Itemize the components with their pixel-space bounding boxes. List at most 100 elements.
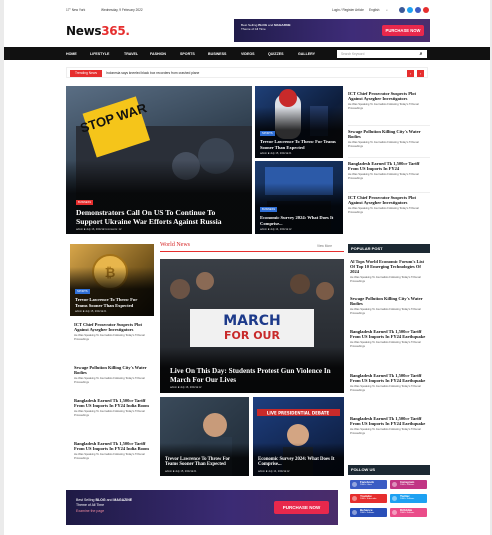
side2-title[interactable]: Economic Survey 2024: What Does It Compr… (260, 215, 338, 226)
facebook-icon (352, 482, 357, 487)
popular-item[interactable]: Al Tops World Economic Forum's List Of T… (350, 259, 428, 283)
popular-item-title[interactable]: Bangladesh Earned Tk 1,500cr Tariff From… (350, 329, 428, 339)
twitter-icon[interactable] (407, 7, 413, 13)
right-list-item[interactable]: ICT Chief Prosecutor Suspects Plot Again… (348, 91, 428, 110)
facebook-icon[interactable] (399, 7, 405, 13)
right-item-title[interactable]: Bangladesh Earned Tk 1,500cr Tariff From… (348, 161, 428, 171)
world-main-title[interactable]: Live On This Day: Students Protest Gun V… (170, 367, 334, 384)
world-list-item[interactable]: Sewage Pollution Killing City's Water Bo… (74, 365, 154, 384)
nav-item-home[interactable]: HOME (66, 52, 77, 56)
twitter-follow-button[interactable]: Twitter 1000+ Follows (390, 494, 427, 503)
purchase-now-button-bottom[interactable]: PURCHASE NOW (274, 501, 329, 514)
purchase-now-button[interactable]: PURCHASE NOW (382, 25, 424, 36)
right-item-title[interactable]: Sewage Pollution Killing City's Water Bo… (348, 129, 428, 139)
popular-item-excerpt: He Was Speaking To Journalists Following… (350, 341, 421, 348)
view-more-link[interactable]: View More (317, 244, 332, 248)
dribbble-follow-button[interactable]: Dribbble 1000+ Follows (390, 508, 427, 517)
hero-side-article-1[interactable]: SPORTS Trevor Lawrence To Throw For Team… (255, 86, 343, 158)
site-logo[interactable]: News365. (66, 24, 130, 38)
side2-category-badge[interactable]: BUSINESS (260, 207, 278, 213)
nav-item-business[interactable]: BUSINESS (208, 52, 226, 56)
right-list-item[interactable]: Bangladesh Earned Tk 1,500cr Tariff From… (348, 161, 428, 180)
hero-side-article-2[interactable]: BUSINESS Economic Survey 2024: What Does… (255, 161, 343, 234)
popular-item-title[interactable]: Al Tops World Economic Forum's List Of T… (350, 259, 428, 274)
right-item-excerpt: He Was Speaking To Journalists Following… (348, 207, 419, 214)
bottom2-author[interactable]: admin (258, 470, 265, 473)
behance-follow-button[interactable]: Behance 1000+ Follows (350, 508, 387, 517)
top-advertisement[interactable]: Best Selling BLOG and MAGAZINE Theme of … (234, 19, 430, 42)
trending-ticker: Trending News Indonesia says kneeled bla… (66, 67, 428, 78)
popular-item[interactable]: Sewage Pollution Killing City's Water Bo… (350, 296, 428, 315)
nav-item-sports[interactable]: SPORTS (180, 52, 195, 56)
world-list-item[interactable]: Bangladesh Earned Tk 1,500cr Tariff From… (74, 441, 154, 460)
popular-item-excerpt: He Was Speaking To Journalists Following… (350, 428, 421, 435)
trending-headline[interactable]: Indonesia says kneeled black box recorde… (106, 71, 199, 75)
world-item-excerpt: He Was Speaking To Journalists Following… (74, 377, 145, 384)
world-bottom-card-2[interactable]: LIVE PRESIDENTIAL DEBATE Economic Survey… (253, 397, 344, 476)
popular-item-title[interactable]: Sewage Pollution Killing City's Water Bo… (350, 296, 428, 306)
world-item-title[interactable]: Bangladesh Earned Tk 1,500cr Tariff From… (74, 398, 154, 408)
side1-category-badge[interactable]: SPORTS (260, 131, 275, 137)
side1-author[interactable]: admin (260, 152, 267, 155)
world-list-item[interactable]: Bangladesh Earned Tk 1,500cr Tariff From… (74, 398, 154, 417)
side1-title[interactable]: Trevor Lawrence To Throw For Teams Soone… (260, 139, 338, 150)
bottom-advertisement[interactable]: Best Selling BLOG and MAGAZINE Theme of … (66, 490, 338, 525)
bottom1-title[interactable]: Trevor Lawrence To Throw For Teams Soone… (165, 457, 244, 468)
world-main-article[interactable]: MARCH FOR OUR Live On This Day: Students… (160, 259, 344, 393)
nav-item-videos[interactable]: VIDEOS (241, 52, 255, 56)
popular-item[interactable]: Bangladesh Earned Tk 1,500cr Tariff From… (350, 373, 428, 392)
right-list-item[interactable]: Sewage Pollution Killing City's Water Bo… (348, 129, 428, 148)
search-icon[interactable]: ⌕ (386, 8, 388, 12)
nav-item-travel[interactable]: TRAVEL (124, 52, 138, 56)
nav-item-quizzes[interactable]: QUIZZES (268, 52, 284, 56)
right-item-title[interactable]: ICT Chief Prosecutor Suspects Plot Again… (348, 195, 428, 205)
popular-item[interactable]: Bangladesh Earned Tk 1,500cr Tariff From… (350, 416, 428, 435)
world-item-excerpt: He Was Speaking To Journalists Following… (74, 453, 145, 460)
chevron-left-icon[interactable]: ‹ (407, 70, 414, 77)
popular-item[interactable]: Bangladesh Earned Tk 1,500cr Tariff From… (350, 329, 428, 348)
world-left-author[interactable]: admin (75, 310, 82, 313)
right-item-excerpt: He Was Speaking To Journalists Following… (348, 103, 419, 110)
dribbble-icon (392, 510, 397, 515)
search-input[interactable]: Search Keyword (337, 50, 427, 58)
world-main-author[interactable]: admin (170, 386, 177, 389)
side2-date: July 14, 2022 (270, 228, 286, 231)
hero-author[interactable]: admin (76, 228, 83, 231)
language-select[interactable]: English (369, 8, 379, 12)
world-item-title[interactable]: Bangladesh Earned Tk 1,500cr Tariff From… (74, 441, 154, 451)
pinterest-icon[interactable] (415, 7, 421, 13)
main-navigation: HOME LIFESTYLE TRAVEL FASHION SPORTS BUS… (4, 47, 490, 60)
instagram-follow-button[interactable]: Instagram 1000+ Follows (390, 480, 427, 489)
popular-item-title[interactable]: Bangladesh Earned Tk 1,500cr Tariff From… (350, 373, 428, 383)
search-button-icon[interactable]: ⌕ (415, 50, 427, 58)
world-left-card[interactable]: ₿ SPORTS Trevor Lawrence To Throw For Te… (70, 244, 154, 316)
nav-item-fashion[interactable]: FASHION (150, 52, 166, 56)
hero-article[interactable]: STOP WAR BUSINESS Demonstrators Call On … (66, 86, 252, 234)
youtube-follow-button[interactable]: Youtube 1000+ Subscribe (350, 494, 387, 503)
world-item-excerpt: He Was Speaking To Journalists Following… (74, 334, 145, 341)
right-list-item[interactable]: ICT Chief Prosecutor Suspects Plot Again… (348, 195, 428, 214)
hero-title[interactable]: Demonstrators Call On US To Continue To … (76, 208, 242, 226)
side2-author[interactable]: admin (260, 228, 267, 231)
world-item-title[interactable]: ICT Chief Prosecutor Suspects Plot Again… (74, 322, 154, 332)
hero-category-badge[interactable]: BUSINESS (76, 200, 94, 205)
current-date: Wednesday, 9 February 2022 (101, 8, 143, 12)
right-item-title[interactable]: ICT Chief Prosecutor Suspects Plot Again… (348, 91, 428, 101)
bottom1-author[interactable]: admin (165, 470, 172, 473)
world-bottom-card-1[interactable]: Trevor Lawrence To Throw For Teams Soone… (160, 397, 249, 476)
nav-item-gallery[interactable]: GALLERY (298, 52, 315, 56)
twitter-icon (392, 496, 397, 501)
popular-item-title[interactable]: Bangladesh Earned Tk 1,500cr Tariff From… (350, 416, 428, 426)
chevron-right-icon[interactable]: › (417, 70, 424, 77)
facebook-follow-button[interactable]: Facebook 1000+ Likes (350, 480, 387, 489)
bottom2-title[interactable]: Economic Survey 2024: What Does It Compr… (258, 457, 339, 468)
world-left-category[interactable]: SPORTS (75, 289, 90, 295)
world-list-item[interactable]: ICT Chief Prosecutor Suspects Plot Again… (74, 322, 154, 341)
youtube-icon[interactable] (423, 7, 429, 13)
nav-item-lifestyle[interactable]: LIFESTYLE (90, 52, 109, 56)
world-main-date: July 16, 2022 (180, 386, 196, 389)
world-left-title[interactable]: Trevor Lawrence To Throw For Teams Soone… (75, 297, 149, 308)
world-item-title[interactable]: Sewage Pollution Killing City's Water Bo… (74, 365, 154, 375)
login-register-link[interactable]: Login / Register Article (332, 8, 364, 12)
world-item-excerpt: He Was Speaking To Journalists Following… (74, 410, 145, 417)
